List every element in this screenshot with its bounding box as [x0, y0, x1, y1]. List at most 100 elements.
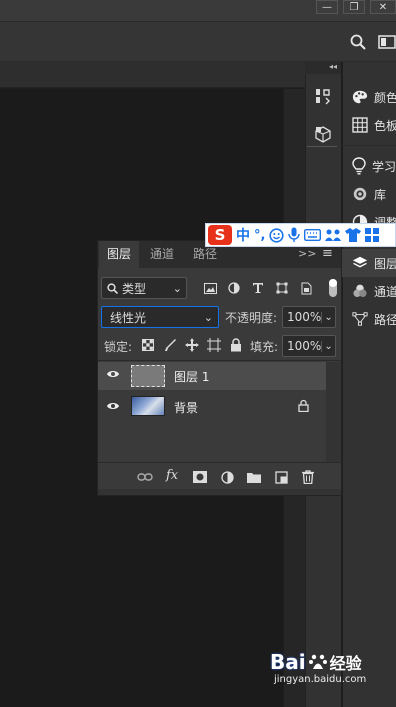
close-button[interactable]: ✕: [370, 0, 396, 14]
search-icon[interactable]: [350, 34, 366, 53]
opacity-input[interactable]: 100% ⌄: [282, 306, 336, 328]
new-adjustment-layer-icon[interactable]: [219, 469, 235, 485]
filter-smart-object-icon[interactable]: [298, 280, 314, 296]
tab-layers[interactable]: 图层: [99, 241, 140, 268]
panel-item-swatches[interactable]: 色板: [342, 111, 396, 139]
lock-position-icon[interactable]: [184, 337, 200, 353]
new-layer-icon[interactable]: [273, 469, 289, 485]
microphone-icon[interactable]: [288, 227, 301, 243]
panel-item-color[interactable]: 颜色: [342, 83, 396, 111]
document-tabs-bar: [0, 62, 305, 88]
chevron-down-icon: ⌄: [203, 310, 213, 324]
tab-label: 图层: [107, 247, 132, 261]
layer-name: 图层 1: [174, 370, 210, 384]
divider: [98, 462, 341, 463]
baidu-logo-text: Bai: [270, 650, 306, 674]
panel-item-learn[interactable]: 学习: [342, 152, 396, 180]
lock-transparent-pixels-icon[interactable]: [140, 337, 156, 353]
swatches-grid-icon: [352, 117, 368, 133]
panel-item-label: 库: [374, 187, 387, 202]
ime-toolbar: S 中 °,: [205, 223, 396, 247]
toolbox-people-icon[interactable]: [325, 228, 342, 242]
layer-thumbnail: [131, 365, 165, 387]
dock-collapse-handle[interactable]: ◂◂: [305, 62, 341, 74]
filter-shape-icon[interactable]: [274, 280, 290, 296]
opacity-value: 100%: [287, 310, 322, 324]
sogou-logo-icon[interactable]: S: [208, 225, 232, 245]
chevron-down-icon: ⌄: [321, 340, 333, 352]
filter-toggle-switch[interactable]: [329, 279, 337, 297]
panel-item-label: 颜色: [374, 90, 396, 105]
paths-icon: [352, 311, 368, 327]
workspace-icon[interactable]: [378, 35, 396, 52]
smiley-icon[interactable]: [269, 227, 285, 243]
layer-thumbnail: [131, 396, 165, 416]
panel-item-label: 图层: [374, 256, 396, 271]
layer-style-fx-icon[interactable]: fx: [166, 468, 178, 483]
add-mask-icon[interactable]: [192, 469, 208, 485]
fill-input[interactable]: 100% ⌄: [282, 335, 336, 357]
collapse-arrows-icon: ◂◂: [328, 62, 337, 71]
tab-channels[interactable]: 通道: [142, 241, 182, 268]
minimize-button[interactable]: —: [316, 0, 338, 14]
baidu-jingyan-watermark: Bai 经验 jingyan.baidu.com: [270, 650, 390, 702]
filter-pixel-icon[interactable]: [202, 280, 218, 296]
tab-label: 通道: [150, 247, 175, 261]
tab-label: 路径: [193, 247, 218, 261]
lock-image-pixels-icon[interactable]: [162, 337, 178, 353]
apps-grid-icon[interactable]: [365, 228, 380, 242]
panel-item-paths[interactable]: 路径: [342, 305, 396, 333]
panel-collapse-button[interactable]: >>: [298, 247, 316, 260]
blend-mode-dropdown[interactable]: 线性光 ⌄: [101, 306, 219, 328]
panel-separator: [342, 145, 396, 146]
restore-icon: ❐: [349, 1, 359, 13]
eye-icon[interactable]: [106, 368, 120, 382]
lock-icon: [298, 399, 309, 415]
ime-mode-toggle[interactable]: 中: [236, 225, 250, 245]
options-bar: [0, 22, 396, 62]
panel-item-layers[interactable]: 图层: [342, 249, 396, 277]
panel-item-label: 色板: [374, 118, 396, 133]
minimize-icon: —: [322, 1, 332, 13]
close-icon: ✕: [378, 1, 388, 13]
filter-adjustment-icon[interactable]: [226, 280, 242, 296]
new-group-folder-icon[interactable]: [246, 469, 262, 485]
opacity-label: 不透明度:: [225, 311, 278, 325]
search-icon: [107, 282, 118, 294]
blend-mode-value: 线性光: [110, 310, 147, 325]
hamburger-menu-icon: ≡: [322, 246, 333, 261]
skin-shirt-icon[interactable]: [345, 228, 362, 242]
layer-filter-dropdown[interactable]: 类型 ⌄: [101, 277, 187, 299]
keyboard-icon[interactable]: [304, 229, 322, 241]
panel-item-label: 学习: [372, 159, 396, 174]
double-chevron-icon: >>: [298, 247, 317, 260]
dock-divider: [307, 146, 337, 147]
trash-icon[interactable]: [300, 469, 316, 485]
baidu-paw-icon: [308, 654, 327, 669]
layer-row[interactable]: 背景: [98, 391, 326, 419]
logo-letter: S: [214, 226, 226, 244]
lock-all-icon[interactable]: [228, 337, 244, 353]
layer-row[interactable]: 图层 1: [98, 362, 326, 390]
channels-icon: [352, 283, 368, 299]
layers-icon: [352, 255, 368, 271]
restore-button[interactable]: ❐: [343, 0, 365, 14]
filter-type-icon[interactable]: [250, 280, 266, 296]
filter-type-label: 类型: [122, 281, 147, 296]
panel-item-channels[interactable]: 通道: [342, 277, 396, 305]
3d-cube-icon[interactable]: [311, 122, 335, 146]
layers-scrollbar[interactable]: [326, 362, 341, 462]
panel-resize-grip[interactable]: [98, 489, 341, 495]
chevron-down-icon: ⌄: [172, 281, 182, 295]
layer-name: 背景: [174, 401, 199, 415]
panel-menu-button[interactable]: ≡: [322, 246, 333, 261]
fill-value: 100%: [287, 339, 322, 353]
chevron-down-icon: ⌄: [321, 311, 333, 323]
panel-item-libraries[interactable]: 库: [342, 180, 396, 208]
eye-icon[interactable]: [106, 400, 120, 414]
history-icon[interactable]: [311, 84, 335, 108]
lock-artboard-icon[interactable]: [206, 337, 222, 353]
ime-punctuation-toggle[interactable]: °,: [254, 228, 265, 243]
watermark-url: jingyan.baidu.com: [274, 674, 367, 685]
link-layers-icon[interactable]: [137, 469, 153, 485]
